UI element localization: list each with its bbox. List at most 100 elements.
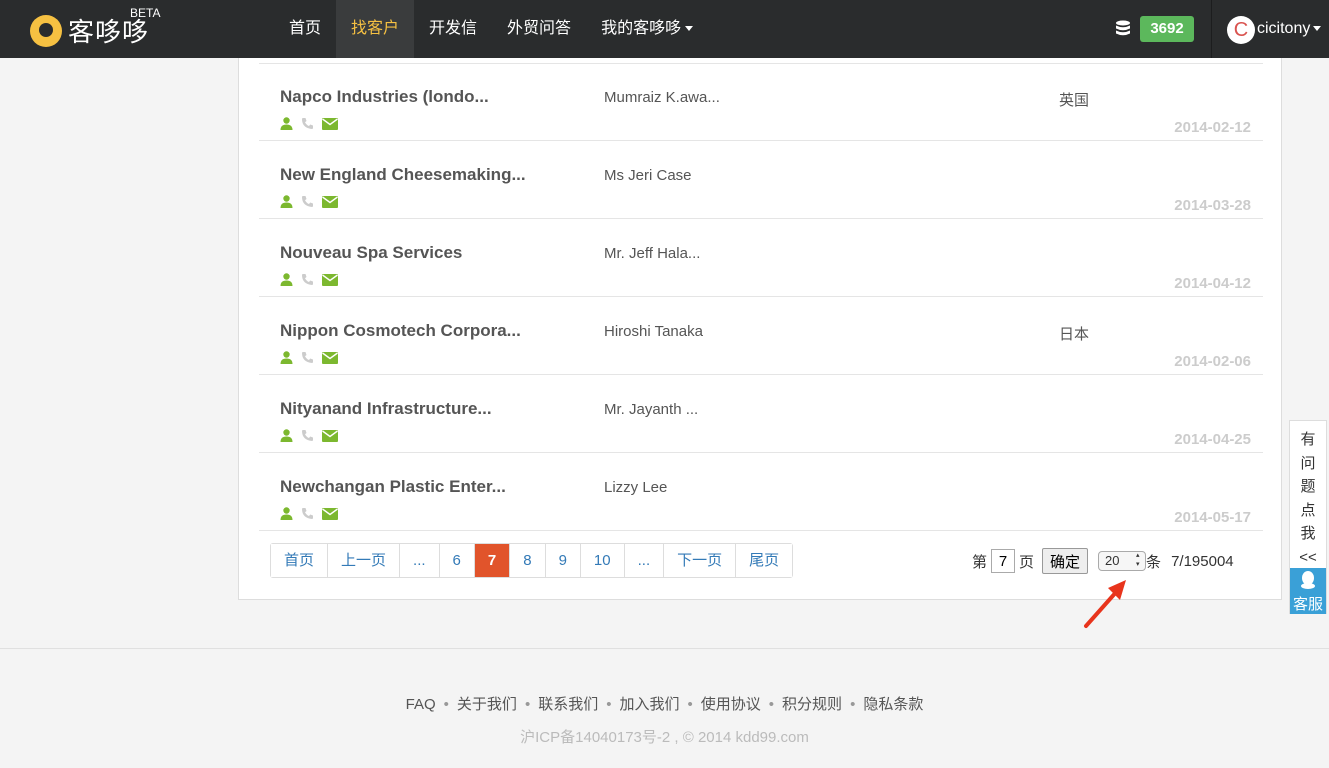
page-total: 7/195004 (1171, 552, 1234, 570)
username: cicitony (1257, 20, 1311, 37)
phone-icon (302, 430, 313, 441)
footer-link[interactable]: 联系我们 (538, 696, 598, 713)
footer-link[interactable]: 加入我们 (619, 696, 679, 713)
contact-name: Hiroshi Tanaka (604, 323, 703, 340)
footer-separator: • (443, 696, 449, 713)
nav-home[interactable]: 首页 (274, 0, 336, 58)
footer-link[interactable]: 关于我们 (457, 696, 517, 713)
beta-badge: BETA (130, 6, 161, 20)
contact-person-icon[interactable] (280, 429, 293, 442)
copyright: 沪ICP备14040173号-2 , © 2014 kdd99.com (520, 729, 809, 746)
record-date: 2014-04-25 (1174, 431, 1251, 448)
points-badge[interactable]: 3692 (1140, 16, 1194, 42)
contact-name: Mr. Jayanth ... (604, 401, 699, 418)
nav-find-customers[interactable]: 找客户 (336, 0, 415, 58)
help-widget-char: << (1299, 548, 1317, 566)
caret-down-icon (685, 26, 694, 32)
footer: FAQ • 关于我们 • 联系我们 • 加入我们 • 使用协议 • 积分规则 • 隐私条款 沪ICP备1… (0, 648, 1329, 768)
help-widget-char: 点 (1300, 501, 1316, 519)
footer-separator: • (524, 696, 531, 713)
table-row[interactable]: Newchangan Plastic Enter... Lizzy Lee 2014… (259, 453, 1263, 531)
contact-name: Ms Jeri Case (604, 167, 692, 184)
contact-person-icon[interactable] (280, 273, 293, 286)
record-date: 2014-02-06 (1174, 353, 1251, 370)
email-icon[interactable] (322, 273, 338, 286)
contact-person-icon[interactable] (280, 351, 293, 364)
phone-icon (302, 196, 313, 207)
goto-suffix: 页 (1019, 553, 1035, 571)
footer-link[interactable]: 使用协议 (701, 696, 761, 713)
email-icon[interactable] (322, 429, 338, 442)
contact-icons (280, 429, 346, 442)
page-last[interactable]: 尾页 (736, 544, 793, 577)
page-6[interactable]: 6 (439, 544, 475, 577)
page-number-input[interactable] (991, 549, 1016, 573)
footer-links: FAQ • 关于我们 • 联系我们 • 加入我们 • 使用协议 • 积分规则 • 隐私条款 (0, 693, 1329, 714)
help-widget[interactable]: 有问题点我 << 客服 (1289, 420, 1327, 614)
pagination: 首页 上一页 ... 6 7 8 9 10 ... 下一页 尾页 (270, 543, 794, 578)
footer-link[interactable]: 隐私条款 (863, 696, 923, 713)
email-icon[interactable] (322, 117, 338, 130)
red-arrow-annotation (1084, 580, 1126, 628)
email-icon[interactable] (322, 195, 338, 208)
avatar[interactable]: C (1227, 16, 1255, 44)
contact-name: Mr. Jeff Hala... (604, 245, 701, 262)
logo-icon (30, 14, 62, 47)
caret-down-icon (1313, 26, 1322, 32)
table-row[interactable]: Nityanand Infrastructure... Mr. Jayanth .… (259, 375, 1263, 453)
company-name[interactable]: New England Cheesemaking... (280, 165, 526, 185)
customer-list-panel: Napco Industries (londo... Mumraiz K.awa.… (238, 58, 1282, 600)
record-date: 2014-04-12 (1174, 275, 1251, 292)
footer-separator: • (850, 696, 856, 713)
contact-name: Mumraiz K.awa... (604, 89, 720, 106)
table-row[interactable]: Napco Industries (londo... Mumraiz K.awa.… (259, 63, 1263, 141)
contact-person-icon[interactable] (280, 507, 293, 520)
page-ellipsis[interactable]: ... (624, 544, 665, 577)
confirm-button[interactable]: 确定 (1042, 548, 1089, 574)
record-date: 2014-02-12 (1174, 119, 1251, 136)
user-menu[interactable]: cicitony (1257, 20, 1322, 38)
page-size-value: 20 (1105, 553, 1120, 568)
help-widget-char: 题 (1300, 478, 1316, 495)
page-10[interactable]: 10 (580, 544, 625, 577)
page-next[interactable]: 下一页 (664, 544, 737, 577)
qq-icon (1301, 571, 1315, 589)
table-row[interactable]: New England Cheesemaking... Ms Jeri Case 2… (259, 141, 1263, 219)
nav-trade-qa[interactable]: 外贸问答 (492, 0, 586, 58)
customer-service-button[interactable]: 客服 (1290, 568, 1326, 614)
database-icon (1116, 20, 1130, 36)
page-8[interactable]: 8 (510, 544, 546, 577)
nav-dev-letter[interactable]: 开发信 (414, 0, 492, 58)
nav-my-account[interactable]: 我的客哆哆 (586, 0, 708, 58)
company-name[interactable]: Nippon Cosmotech Corpora... (280, 321, 521, 341)
phone-icon (302, 274, 313, 285)
country: 英国 (1059, 92, 1090, 109)
email-icon[interactable] (322, 351, 338, 364)
page-jump: 第 页 确定 20 条 7/195004 (972, 548, 1234, 574)
page-7-current[interactable]: 7 (474, 544, 511, 577)
company-name[interactable]: Nityanand Infrastructure... (280, 399, 492, 419)
page-first[interactable]: 首页 (271, 544, 329, 577)
table-row[interactable]: Nippon Cosmotech Corpora... Hiroshi Tanak… (259, 297, 1263, 375)
footer-link[interactable]: 积分规则 (782, 696, 842, 713)
page-9[interactable]: 9 (545, 544, 581, 577)
company-name[interactable]: Napco Industries (londo... (280, 87, 489, 107)
company-name[interactable]: Newchangan Plastic Enter... (280, 477, 506, 497)
goto-prefix: 第 (972, 553, 988, 571)
contact-person-icon[interactable] (280, 117, 293, 130)
footer-link[interactable]: FAQ (406, 696, 436, 713)
contact-icons (280, 195, 346, 208)
company-name[interactable]: Nouveau Spa Services (280, 243, 462, 263)
phone-icon (302, 508, 313, 519)
contact-icons (280, 117, 346, 130)
help-widget-char: 问 (1300, 454, 1316, 472)
footer-separator: • (687, 696, 693, 713)
contact-person-icon[interactable] (280, 195, 293, 208)
page-size-select[interactable]: 20 (1098, 551, 1147, 571)
email-icon[interactable] (322, 507, 338, 520)
phone-icon (302, 352, 313, 363)
table-row[interactable]: Nouveau Spa Services Mr. Jeff Hala... 2014… (259, 219, 1263, 297)
main-nav: 首页 找客户 开发信 外贸问答 我的客哆哆 (274, 0, 708, 58)
page-ellipsis[interactable]: ... (400, 544, 440, 577)
page-prev[interactable]: 上一页 (328, 544, 401, 577)
